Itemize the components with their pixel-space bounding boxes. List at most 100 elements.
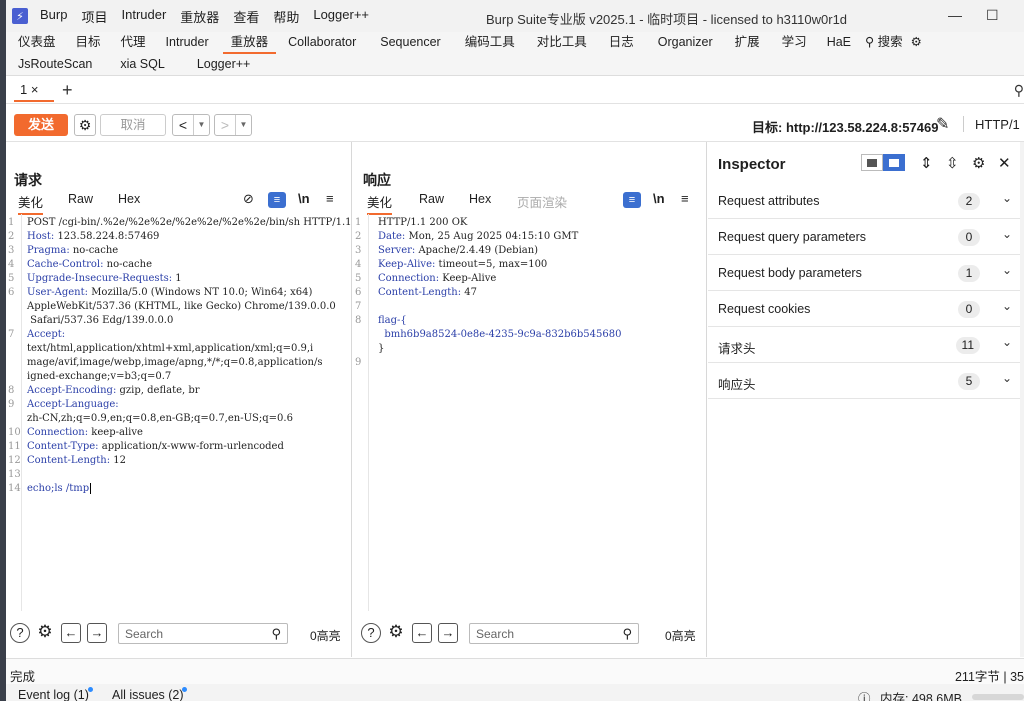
tab-hae[interactable]: HaE: [821, 32, 857, 54]
maximize-icon[interactable]: ☐: [986, 7, 999, 24]
inspector-row-label: Request cookies: [718, 302, 811, 316]
global-search-button[interactable]: ⚲ 搜索: [859, 32, 909, 54]
inspector-layout-a-icon[interactable]: [861, 154, 883, 171]
repeater-toolbar: 发送 ⚙ 取消 < ▼ > ▼ 目标: http://123.58.224.8:…: [6, 104, 1024, 142]
issues-indicator: [182, 687, 187, 692]
tab-logger[interactable]: 日志: [603, 32, 640, 54]
menu-view[interactable]: 查看: [233, 7, 259, 26]
count-badge: 0: [958, 301, 980, 318]
window-title: Burp Suite专业版 v2025.1 - 临时项目 - licensed …: [486, 12, 848, 27]
tab-comparer[interactable]: 对比工具: [531, 32, 593, 54]
menu-project[interactable]: 项目: [81, 7, 107, 26]
forward-dropdown-icon[interactable]: ▼: [236, 115, 251, 135]
inspector-row-query-params[interactable]: Request query parameters 0 ⌄: [708, 219, 1024, 255]
tab-jsroutescan[interactable]: JsRouteScan: [12, 54, 98, 76]
search-options-gear-icon[interactable]: ⚙: [35, 623, 55, 643]
all-issues-link[interactable]: All issues (2): [112, 688, 184, 701]
newline-toggle-icon[interactable]: \n: [653, 191, 665, 206]
inspector-row-label: Request query parameters: [718, 230, 866, 244]
back-dropdown-icon[interactable]: ▼: [194, 115, 209, 135]
tab-intruder[interactable]: Intruder: [160, 32, 215, 54]
tab-repeater[interactable]: 重放器: [222, 32, 277, 54]
request-title: 请求: [14, 172, 42, 188]
inspector-settings-gear-icon[interactable]: ⚙: [972, 154, 985, 172]
count-badge: 11: [955, 337, 980, 354]
tab-organizer[interactable]: Organizer: [652, 32, 719, 54]
response-search-input[interactable]: Search ⚲: [469, 623, 639, 644]
menu-burp[interactable]: Burp: [40, 7, 67, 26]
tab-search-icon[interactable]: ⚲: [1014, 82, 1024, 99]
request-tab-raw[interactable]: Raw: [68, 192, 93, 206]
inspector-scrollbar[interactable]: [1020, 142, 1024, 657]
tab-logger-plus[interactable]: Logger++: [191, 54, 257, 76]
count-badge: 2: [958, 193, 980, 210]
menu-bar: Burp 项目 Intruder 重放器 查看 帮助 Logger++: [40, 7, 383, 26]
help-icon[interactable]: ?: [361, 623, 381, 643]
inspector-row-request-headers[interactable]: 请求头 11 ⌄: [708, 327, 1024, 363]
inspector-row-response-headers[interactable]: 响应头 5 ⌄: [708, 363, 1024, 399]
info-icon: ⓘ: [858, 692, 871, 701]
search-placeholder: Search: [125, 627, 164, 641]
menu-repeater[interactable]: 重放器: [180, 7, 219, 26]
response-tab-pretty[interactable]: 美化: [367, 192, 393, 215]
collapse-all-icon[interactable]: ⇳: [946, 154, 959, 172]
inspector-row-request-attributes[interactable]: Request attributes 2 ⌄: [708, 183, 1024, 219]
edit-target-pencil-icon[interactable]: ✎: [936, 114, 949, 134]
tab-learn[interactable]: 学习: [776, 32, 813, 54]
request-tab-hex[interactable]: Hex: [118, 192, 140, 206]
request-menu-icon[interactable]: ≡: [326, 191, 334, 206]
expand-all-icon[interactable]: ⇕: [920, 154, 933, 172]
inspector-row-cookies[interactable]: Request cookies 0 ⌄: [708, 291, 1024, 327]
newline-toggle-icon[interactable]: \n: [298, 191, 310, 206]
pretty-print-icon[interactable]: ≡: [623, 192, 641, 208]
inspector-title: Inspector: [718, 156, 786, 173]
tab-proxy[interactable]: 代理: [115, 32, 152, 54]
event-log-link[interactable]: Event log (1): [18, 688, 89, 701]
request-tab-pretty[interactable]: 美化: [18, 192, 44, 215]
send-options-gear-icon[interactable]: ⚙: [74, 114, 96, 136]
chevron-down-icon: ⌄: [1001, 191, 1012, 205]
settings-gear-icon[interactable]: ⚙: [909, 32, 924, 54]
next-match-icon[interactable]: →: [87, 623, 107, 643]
menu-logger[interactable]: Logger++: [313, 7, 369, 26]
hide-eye-icon[interactable]: ⊘: [243, 191, 254, 207]
send-button[interactable]: 发送: [14, 114, 68, 136]
repeater-tab-1[interactable]: 1 ×: [14, 80, 54, 102]
burp-lightning-icon: ⚡: [12, 8, 28, 24]
tab-target[interactable]: 目标: [70, 32, 107, 54]
menu-intruder[interactable]: Intruder: [121, 7, 166, 26]
target-label: 目标: http://123.58.224.8:57469: [752, 120, 939, 135]
tab-sequencer[interactable]: Sequencer: [374, 32, 446, 54]
previous-match-icon[interactable]: ←: [412, 623, 432, 643]
next-match-icon[interactable]: →: [438, 623, 458, 643]
response-tab-render[interactable]: 页面渲染: [517, 192, 567, 211]
inspector-row-label: Request body parameters: [718, 266, 862, 280]
cancel-button[interactable]: 取消: [100, 114, 166, 136]
request-editor[interactable]: 1 POST /cgi-bin/.%2e/%2e%2e/%2e%2e/%2e%2e…: [6, 214, 352, 611]
minimize-icon[interactable]: —: [948, 7, 962, 23]
back-button[interactable]: < ▼: [172, 114, 210, 136]
add-tab-button[interactable]: +: [62, 80, 73, 100]
close-icon[interactable]: ✕: [998, 154, 1011, 172]
search-options-gear-icon[interactable]: ⚙: [386, 623, 406, 643]
http-version-selector[interactable]: HTTP/1: [975, 117, 1020, 132]
tab-extensions[interactable]: 扩展: [729, 32, 766, 54]
tab-xia-sql[interactable]: xia SQL: [114, 54, 170, 76]
chevron-down-icon: ⌄: [1001, 371, 1012, 385]
previous-match-icon[interactable]: ←: [61, 623, 81, 643]
tab-collaborator[interactable]: Collaborator: [282, 32, 362, 54]
tab-dashboard[interactable]: 仪表盘: [12, 32, 62, 54]
response-editor[interactable]: 1 HTTP/1.1 200 OK 2 Date: Mon, 25 Aug 2025…: [353, 214, 706, 611]
tab-decoder[interactable]: 编码工具: [459, 32, 521, 54]
response-menu-icon[interactable]: ≡: [681, 191, 689, 206]
inspector-row-body-params[interactable]: Request body parameters 1 ⌄: [708, 255, 1024, 291]
forward-button[interactable]: > ▼: [214, 114, 252, 136]
help-icon[interactable]: ?: [10, 623, 30, 643]
menu-help[interactable]: 帮助: [273, 7, 299, 26]
inspector-layout-b-icon[interactable]: [883, 154, 905, 171]
request-view-tabs: 美化 Raw Hex ⊘ ≡ \n ≡: [6, 190, 351, 215]
response-tab-hex[interactable]: Hex: [469, 192, 491, 206]
request-search-input[interactable]: Search ⚲: [118, 623, 288, 644]
response-tab-raw[interactable]: Raw: [419, 192, 444, 206]
pretty-print-icon[interactable]: ≡: [268, 192, 286, 208]
